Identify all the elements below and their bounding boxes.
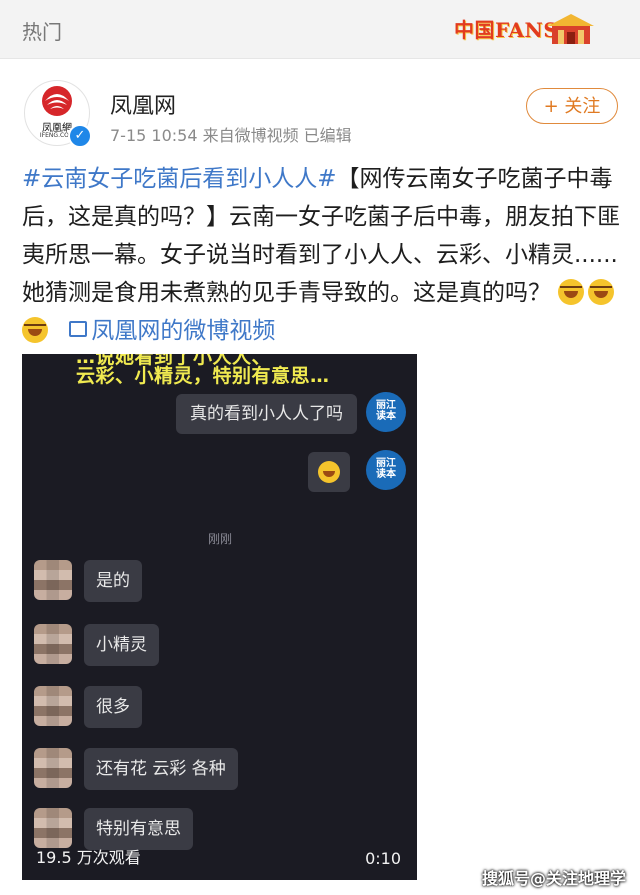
video-duration: 0:10 — [365, 849, 401, 868]
laugh-cry-emoji-icon — [588, 279, 615, 305]
china-fans-badge[interactable]: 中国FANS — [440, 6, 600, 52]
laugh-cry-emoji-icon — [558, 279, 585, 305]
video-source-link[interactable]: 凤凰网的微博视频 — [91, 318, 275, 344]
author-name[interactable]: 凤凰网 — [110, 88, 176, 120]
chat-bubble-right: 真的看到小人人了吗 — [176, 394, 357, 434]
phoenix-logo-icon — [42, 86, 72, 116]
post-meta: 7-15 10:54 来自微博视频 已编辑 — [110, 126, 352, 145]
chat-bubble-left: 很多 — [84, 686, 142, 728]
blurred-avatar — [34, 624, 72, 664]
blurred-avatar — [34, 686, 72, 726]
blurred-avatar — [34, 808, 72, 848]
lijiang-reader-badge-icon: 丽江 读本 — [366, 450, 406, 490]
view-count: 19.5 万次观看 — [36, 848, 141, 867]
post-text: #云南女子吃菌后看到小人人#【网传云南女子吃菌子中毒后，这是真的吗？】云南一女子… — [22, 160, 622, 350]
video-link-icon — [69, 321, 88, 337]
chat-bubble-left: 还有花 云彩 各种 — [84, 748, 238, 790]
blurred-avatar — [34, 560, 72, 600]
gate-icon — [548, 14, 594, 44]
chat-bubble-emoji — [308, 452, 350, 492]
fans-badge-text: 中国FANS — [454, 18, 559, 42]
blurred-avatar — [34, 748, 72, 788]
follow-button[interactable]: + 关注 — [526, 88, 618, 124]
video-player[interactable]: …说她看到了小人人、 云彩、小精灵，特别有意思… 真的看到小人人了吗 丽江 读本… — [22, 354, 417, 880]
hashtag-link[interactable]: #云南女子吃菌后看到小人人# — [22, 166, 337, 192]
source-watermark: 搜狐号@关注地理学 — [481, 869, 626, 888]
chat-timestamp: 刚刚 — [208, 532, 233, 546]
lijiang-reader-badge-icon: 丽江 读本 — [366, 392, 406, 432]
page-title: 热门 — [22, 20, 62, 44]
verified-badge-icon: ✓ — [68, 124, 92, 148]
chat-bubble-left: 小精灵 — [84, 624, 159, 666]
chat-bubble-left: 是的 — [84, 560, 142, 602]
video-caption-line2: 云彩、小精灵，特别有意思… — [76, 365, 330, 387]
top-bar: 热门 中国FANS — [0, 0, 640, 59]
laugh-emoji-icon — [318, 461, 340, 483]
laugh-cry-emoji-icon — [22, 317, 48, 343]
